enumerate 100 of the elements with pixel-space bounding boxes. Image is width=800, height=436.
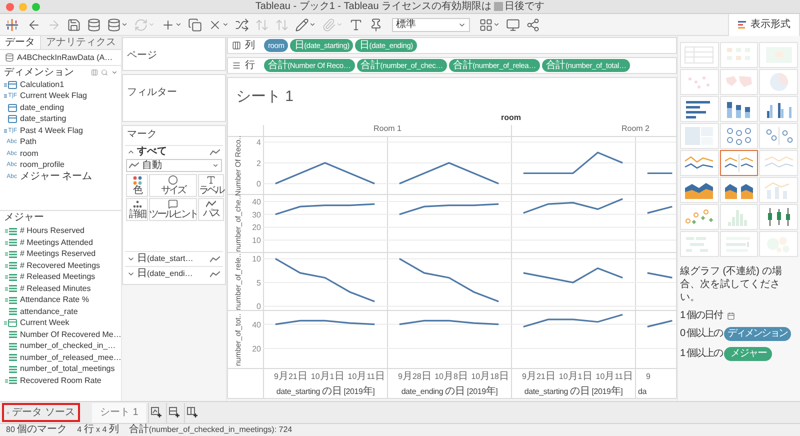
caret-icon[interactable] [309,21,316,28]
calculated-icon [5,229,8,234]
tick-label: 10 [252,236,261,246]
field-item[interactable]: メジャー ネーム [20,172,92,182]
dropdown-caret-icon[interactable] [212,162,219,169]
field-item[interactable]: # Meetings Reserved [20,250,96,258]
field-item[interactable]: # Released Meetings [20,273,96,282]
pen-icon[interactable] [295,18,309,32]
mark-property-button[interactable]: ラベル [198,174,224,197]
caret-icon[interactable] [111,69,118,76]
measure-badge: メジャー [724,347,772,361]
field-item[interactable]: room_profile [20,161,64,170]
calendar-icon [8,319,17,328]
share-icon[interactable] [526,18,540,32]
tick-label: 5 [256,278,261,288]
card-title: ページ [127,50,157,61]
field-item[interactable]: # Meetings Attended [20,238,93,247]
column-header: room [501,114,521,124]
dimension-badge: ディメンション [724,327,791,341]
tick-label: 40 [252,320,261,330]
mark-property-button[interactable]: サイズ [149,174,197,197]
calculated-icon [4,321,7,326]
measure-icon [9,342,17,350]
line-mark-icon [129,162,139,169]
data-source-tab[interactable]: データ ソース [2,403,80,422]
measure-icon [9,308,17,316]
field-item[interactable]: Attendance Rate % [20,296,89,304]
marks-all-label[interactable]: すべて [137,147,208,157]
field-item[interactable]: Past 4 Week Flag [20,126,83,135]
datasource-name[interactable]: A4BCheckInRawData (A… [17,54,113,62]
trend-line [647,272,672,278]
axis-title: da [638,388,646,396]
new-story-icon[interactable] [187,407,198,418]
field-item[interactable]: number_of_released_mee… [20,354,122,362]
detail-dots-icon [132,200,142,208]
field-item[interactable]: Calculation1 [20,80,64,89]
pin-icon[interactable] [369,18,383,32]
tick-label: 10月1日 [558,372,592,382]
marks-field[interactable]: 日(date_endi… [137,269,208,279]
caret-icon[interactable] [121,21,128,28]
measure-icon [9,228,17,235]
presentation-icon[interactable] [506,18,520,32]
save-icon[interactable] [67,18,81,32]
show-me-tab[interactable]: 表示形式 [728,14,800,36]
field-item[interactable]: Path [20,138,36,146]
measure-icon [9,296,17,304]
calculated-icon [5,240,8,245]
field-item[interactable]: # Recovered Meetings [20,262,100,270]
tick-label: 10月11日 [348,372,385,382]
caret-icon[interactable] [175,21,182,28]
caret-icon[interactable] [222,21,229,28]
collapse-icon[interactable] [127,148,135,156]
datasource-icon [5,53,14,62]
status-text: 4 行 x 4 列 [77,425,119,435]
fit-dropdown[interactable]: 標準 [392,18,470,32]
tick-label: 10月18日 [471,372,509,382]
mark-property-button[interactable]: パス [198,198,224,221]
measure-icon [9,366,17,373]
duplicate-icon[interactable] [188,18,202,32]
field-item[interactable]: number_of_total_meetings [20,365,115,374]
marks-field[interactable]: 日(date_start… [137,254,208,264]
field-item[interactable]: # Released Minutes [20,284,91,293]
requirement-text: 1 個以上の [680,349,722,359]
sheet-tab[interactable]: シート 1 [92,402,146,422]
mark-property-button[interactable]: 詳細 [126,198,148,221]
swap-icon[interactable] [235,18,249,32]
new-sheet-icon[interactable] [151,407,162,418]
grid-icon[interactable] [479,18,493,32]
tick-label: 30 [252,210,261,220]
tick-label: 10月11日 [596,372,633,382]
text-label-icon [206,175,216,185]
trend-line [647,172,672,174]
field-item[interactable]: number_of_checked_in_… [20,342,116,350]
field-item[interactable]: Recovered Room Rate [20,376,102,385]
field-item[interactable]: attendance_rate [20,308,78,316]
field-item[interactable]: Current Week [20,319,70,328]
new-dashboard-icon[interactable] [169,407,180,418]
tick-label: 10月8日 [434,372,468,382]
pane-tab[interactable]: アナリティクス [40,36,121,49]
text-label-icon[interactable] [349,18,363,32]
calculated-icon [5,275,8,280]
field-item[interactable]: date_ending [20,104,64,112]
tick-label: 20 [252,223,261,232]
mark-property-button[interactable]: ツールヒント [149,198,197,221]
measure-icon [9,262,17,270]
pane-tab[interactable]: データ [0,36,40,49]
field-item[interactable]: Number Of Recovered Me… [20,330,122,339]
logo-icon[interactable] [5,18,19,32]
calculated-icon [5,252,8,256]
mark-type-dropdown[interactable]: 自動 [126,159,222,172]
field-item[interactable]: # Hours Reserved [20,227,84,236]
mark-property-button[interactable]: 色 [126,174,148,197]
status-text: 80 個のマーク [6,425,68,435]
field-item[interactable]: date_starting [20,115,66,124]
field-item[interactable]: Current Week Flag [20,92,87,100]
calendar-icon [8,104,17,112]
caret-icon[interactable] [493,21,500,28]
field-item[interactable]: room [20,150,38,158]
trend-line [647,206,672,214]
measure-icon [9,250,17,258]
